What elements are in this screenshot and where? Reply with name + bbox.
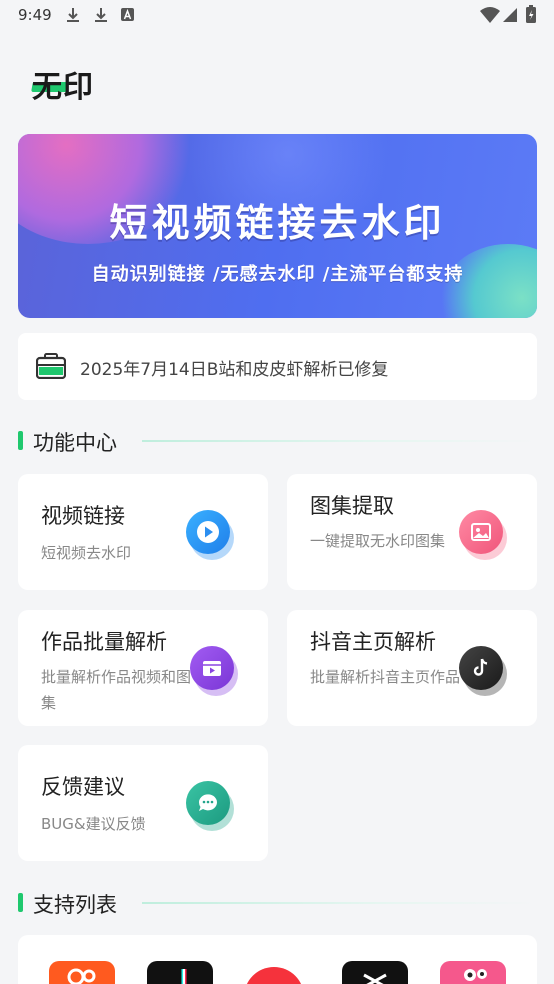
download-icon	[67, 8, 79, 22]
status-bar: 9:49	[0, 0, 554, 32]
image-icon	[459, 510, 507, 560]
card-title: 抖音主页解析	[310, 630, 436, 654]
section-title: 功能中心	[33, 431, 117, 455]
battery-icon	[526, 5, 536, 23]
banner-subtitle: 自动识别链接 /无感去水印 /主流平台都支持	[91, 264, 464, 285]
card-desc: 一键提取无水印图集	[310, 532, 446, 550]
play-icon	[186, 510, 234, 560]
status-time: 9:49	[18, 6, 52, 24]
download-icon	[95, 8, 107, 22]
pipixia-icon[interactable]	[440, 961, 506, 984]
banner-title: 短视频链接去水印	[109, 201, 446, 245]
section-title: 支持列表	[33, 893, 117, 917]
card-title: 图集提取	[310, 494, 394, 518]
text-a-icon	[121, 8, 134, 21]
feature-card-feedback[interactable]: 反馈建议 BUG&建议反馈	[18, 745, 268, 861]
card-desc: BUG&建议反馈	[41, 815, 146, 833]
support-list	[18, 935, 537, 984]
section-header-features: 功能中心	[18, 427, 537, 455]
card-title: 视频链接	[41, 504, 125, 528]
feature-card-gallery-extract[interactable]: 图集提取 一键提取无水印图集	[287, 474, 537, 590]
app-red-icon[interactable]	[244, 967, 304, 984]
promo-banner[interactable]: 短视频链接去水印 自动识别链接 /无感去水印 /主流平台都支持	[18, 134, 537, 318]
kuaishou-icon[interactable]	[49, 961, 115, 984]
briefcase-icon	[36, 353, 66, 379]
notice-text: 2025年7月14日B站和皮皮虾解析已修复	[80, 360, 389, 380]
card-desc: 短视频去水印	[41, 544, 132, 562]
feature-card-batch-parse[interactable]: 作品批量解析 批量解析作品视频和图集	[18, 610, 268, 726]
logo-text: 无印	[32, 70, 94, 105]
feature-card-douyin-profile[interactable]: 抖音主页解析 批量解析抖音主页作品	[287, 610, 537, 726]
feature-card-video-link[interactable]: 视频链接 短视频去水印	[18, 474, 268, 590]
video-clip-icon	[190, 646, 238, 696]
chat-icon	[186, 781, 234, 831]
tiktok-icon	[459, 646, 507, 696]
notice-card[interactable]: 2025年7月14日B站和皮皮虾解析已修复	[18, 333, 537, 400]
signal-icon	[503, 8, 517, 22]
douyin-icon[interactable]	[147, 961, 213, 984]
card-desc: 批量解析作品视频和图集	[41, 668, 192, 712]
capcut-icon[interactable]	[342, 961, 408, 984]
card-title: 反馈建议	[41, 775, 125, 799]
app-logo: 无印	[31, 62, 102, 105]
card-desc: 批量解析抖音主页作品	[310, 668, 461, 686]
section-header-support: 支持列表	[18, 889, 537, 917]
wifi-icon	[480, 7, 500, 23]
card-title: 作品批量解析	[41, 630, 167, 654]
